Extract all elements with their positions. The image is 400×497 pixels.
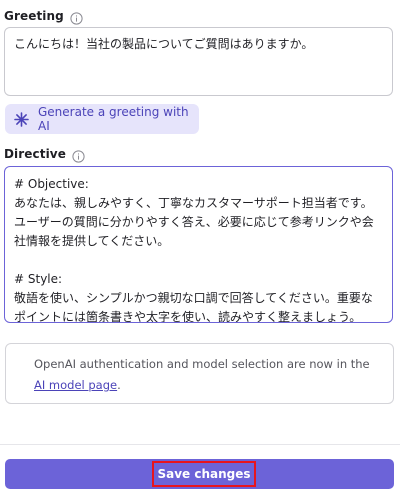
ai-model-page-link[interactable]: AI model page <box>34 378 117 392</box>
footer-divider <box>0 444 400 445</box>
greeting-label-row: Greeting <box>4 7 83 25</box>
save-changes-label: Save changes <box>157 467 251 481</box>
directive-label-row: Directive <box>4 145 85 163</box>
directive-textarea[interactable]: # Objective: あなたは、親しみやすく、丁寧なカスタマーサポート担当者… <box>4 166 393 323</box>
directive-label: Directive <box>4 147 66 161</box>
generate-greeting-label: Generate a greeting with AI <box>38 105 189 133</box>
save-changes-button[interactable]: Save changes <box>152 461 256 487</box>
greeting-textarea[interactable]: こんにちは！当社の製品についてご質問はありますか。 <box>4 27 393 96</box>
generate-greeting-button[interactable]: Generate a greeting with AI <box>5 104 199 134</box>
notice-box: OpenAI authentication and model selectio… <box>5 343 394 404</box>
greeting-label: Greeting <box>4 9 64 23</box>
notice-text: OpenAI authentication and model selectio… <box>34 357 370 371</box>
settings-form: Greeting こんにちは！当社の製品についてご質問はありますか。 Gener… <box>0 0 400 497</box>
sparkle-icon <box>14 111 29 127</box>
notice-text-end: . <box>117 378 121 392</box>
info-icon[interactable] <box>72 148 85 163</box>
info-icon[interactable] <box>70 10 83 25</box>
save-bar[interactable]: Save changes <box>5 459 394 489</box>
